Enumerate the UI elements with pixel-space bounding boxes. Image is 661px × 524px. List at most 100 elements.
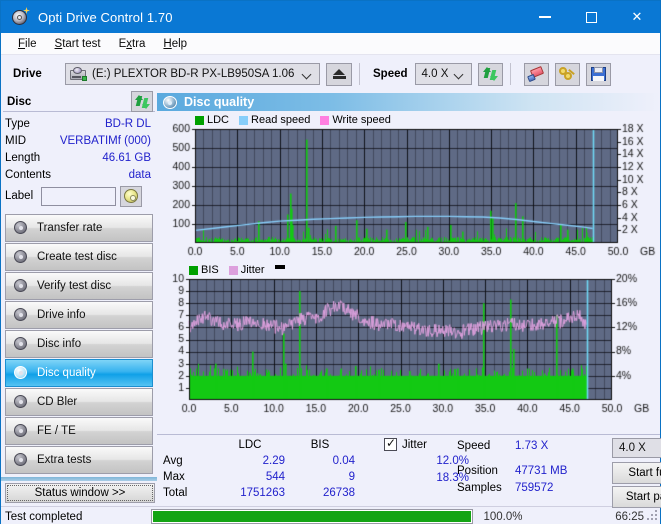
legend-label-ldc: LDC [207, 114, 230, 126]
table-row: Total 1751263 26738 [163, 485, 355, 501]
disc-bler-icon [14, 395, 29, 409]
speed-select[interactable]: 4.0 X [414, 63, 472, 85]
start-full-button[interactable]: Start full [612, 462, 661, 484]
sidebar-item-label: Disc info [37, 338, 82, 350]
sidebar-item-fe-te[interactable]: FE / TE [5, 417, 153, 445]
stats-avg-ldc: 2.29 [262, 455, 285, 467]
stats-avg-bis: 0.04 [332, 455, 355, 467]
main-body: Disc Type BD-R DL MID VERBATIMf (000) Le… [1, 91, 661, 508]
stats-header-row: LDC BIS [163, 437, 355, 453]
table-row: Avg 2.29 0.04 [163, 453, 355, 469]
jitter-checkbox[interactable] [384, 436, 397, 451]
disc-transfer-icon [14, 221, 29, 235]
legend-swatch-ldc [195, 115, 204, 125]
status-window-button[interactable]: Status window >> [5, 483, 155, 503]
disc-type-value: BD-R DL [104, 117, 151, 130]
refresh-icon [134, 94, 150, 109]
stats-total-bis: 26738 [323, 487, 355, 499]
stats-total-ldc: 1751263 [240, 487, 285, 499]
menu-item-file[interactable]: FFileile [9, 36, 46, 52]
close-button[interactable]: ✕ [614, 1, 660, 33]
disc-length-value: 46.61 GB [102, 151, 151, 164]
application-window: Opti Drive Control 1.70 ✕ FFileile Start… [0, 0, 661, 524]
left-sidebar: Disc Type BD-R DL MID VERBATIMf (000) Le… [1, 91, 157, 506]
sidebar-item-disc-info[interactable]: Disc info [5, 330, 153, 358]
sidebar-accent-strip [1, 477, 157, 481]
info-row-speed: Speed 1.73 X [457, 437, 583, 454]
progress-bar-fill [153, 511, 471, 522]
top-chart-legend: LDC Read speed Write speed [195, 114, 397, 126]
info-row-samples: Samples 759572 [457, 479, 583, 496]
sidebar-item-extra-tests[interactable]: Extra tests [5, 446, 153, 474]
disc-fete-icon [14, 424, 29, 438]
sidebar-item-transfer-rate[interactable]: Transfer rate [5, 214, 153, 242]
sidebar-item-create-test-disc[interactable]: Create test disc [5, 243, 153, 271]
sidebar-item-label: Drive info [37, 309, 86, 321]
maximize-button[interactable] [568, 1, 614, 33]
menu-bar: FFileile Start test Extra Help [1, 33, 660, 55]
disc-quality-panel: Disc quality LDC Read speed Write speed … [157, 93, 661, 508]
drive-label: Drive [13, 68, 42, 80]
disc-info-row: Type BD-R DL [5, 115, 151, 132]
sidebar-item-disc-quality[interactable]: Disc quality [5, 359, 153, 387]
title-bar: Opti Drive Control 1.70 ✕ [1, 1, 660, 33]
table-row: Max 544 9 [163, 469, 355, 485]
save-button[interactable] [585, 62, 611, 86]
eject-button[interactable] [326, 62, 352, 86]
sidebar-item-verify-test-disc[interactable]: Verify test disc [5, 272, 153, 300]
disc-extra-icon [14, 453, 29, 467]
disc-contents-value: data [128, 168, 151, 181]
stats-row-label-max: Max [163, 471, 185, 483]
stats-panel: LDC BIS Avg 2.29 0.04 Max 544 9 Total 17… [157, 434, 661, 508]
disc-info-icon [14, 337, 29, 351]
minimize-button[interactable] [522, 1, 568, 33]
app-disc-icon [11, 7, 30, 26]
disc-info-row: Contents data [5, 166, 151, 183]
position-key: Position [457, 464, 498, 477]
legend-label-jitter: Jitter [240, 264, 265, 276]
speed-value: 1.73 X [515, 439, 549, 452]
bookmarks-button[interactable] [554, 62, 580, 86]
stats-table: LDC BIS Avg 2.29 0.04 Max 544 9 Total 17… [163, 437, 355, 501]
nav-list: Transfer rate Create test disc Verify te… [1, 214, 157, 474]
disc-info-row: Length 46.61 GB [5, 149, 151, 166]
refresh-button[interactable] [477, 62, 503, 86]
menu-item-help[interactable]: Help [154, 36, 196, 52]
sidebar-item-label: Create test disc [37, 251, 117, 263]
stats-row-label-total: Total [163, 487, 188, 499]
legend-label-read-speed: Read speed [251, 114, 311, 126]
sidebar-item-cd-bler[interactable]: CD Bler [5, 388, 153, 416]
bottom-chart-canvas[interactable] [159, 261, 658, 416]
legend-swatch-jitter [228, 265, 238, 275]
test-speed-select[interactable]: 4.0 X [612, 438, 661, 458]
legend-label-bis: BIS [201, 264, 219, 276]
jitter-toggle[interactable]: Jitter [384, 436, 427, 451]
disc-mid-label: MID [5, 134, 27, 147]
disc-refresh-button[interactable] [131, 91, 153, 112]
page-title: Disc quality [184, 95, 255, 109]
disc-label-row: Label [5, 184, 151, 208]
erase-button[interactable] [523, 62, 549, 86]
start-part-button[interactable]: Start part [612, 486, 661, 508]
speed-key: Speed [457, 439, 491, 452]
disc-label-input[interactable] [41, 186, 117, 206]
menu-item-extra[interactable]: Extra [110, 36, 155, 52]
progress-bar [151, 509, 473, 524]
chevron-down-icon [455, 70, 464, 79]
sidebar-item-drive-info[interactable]: Drive info [5, 301, 153, 329]
top-chart-canvas[interactable] [159, 111, 658, 259]
sidebar-item-label: Extra tests [37, 454, 92, 466]
disc-quality-icon [14, 366, 29, 380]
resize-grip[interactable] [647, 510, 658, 521]
toolbar-divider-2 [509, 63, 511, 85]
disc-label-button[interactable] [120, 185, 143, 207]
bottom-chart-legend: BIS Jitter [189, 264, 291, 276]
menu-item-start-test[interactable]: Start test [46, 36, 110, 52]
position-value: 47731 MB [515, 464, 568, 477]
disc-mid-value: VERBATIMf (000) [59, 134, 151, 147]
progress-percent: 100.0% [483, 510, 523, 523]
jitter-label: Jitter [402, 438, 427, 451]
drive-select[interactable]: (E:) PLEXTOR BD-R PX-LB950SA 1.06 [65, 63, 320, 85]
disc-type-label: Type [5, 117, 30, 130]
disc-info-row: MID VERBATIMf (000) [5, 132, 151, 149]
